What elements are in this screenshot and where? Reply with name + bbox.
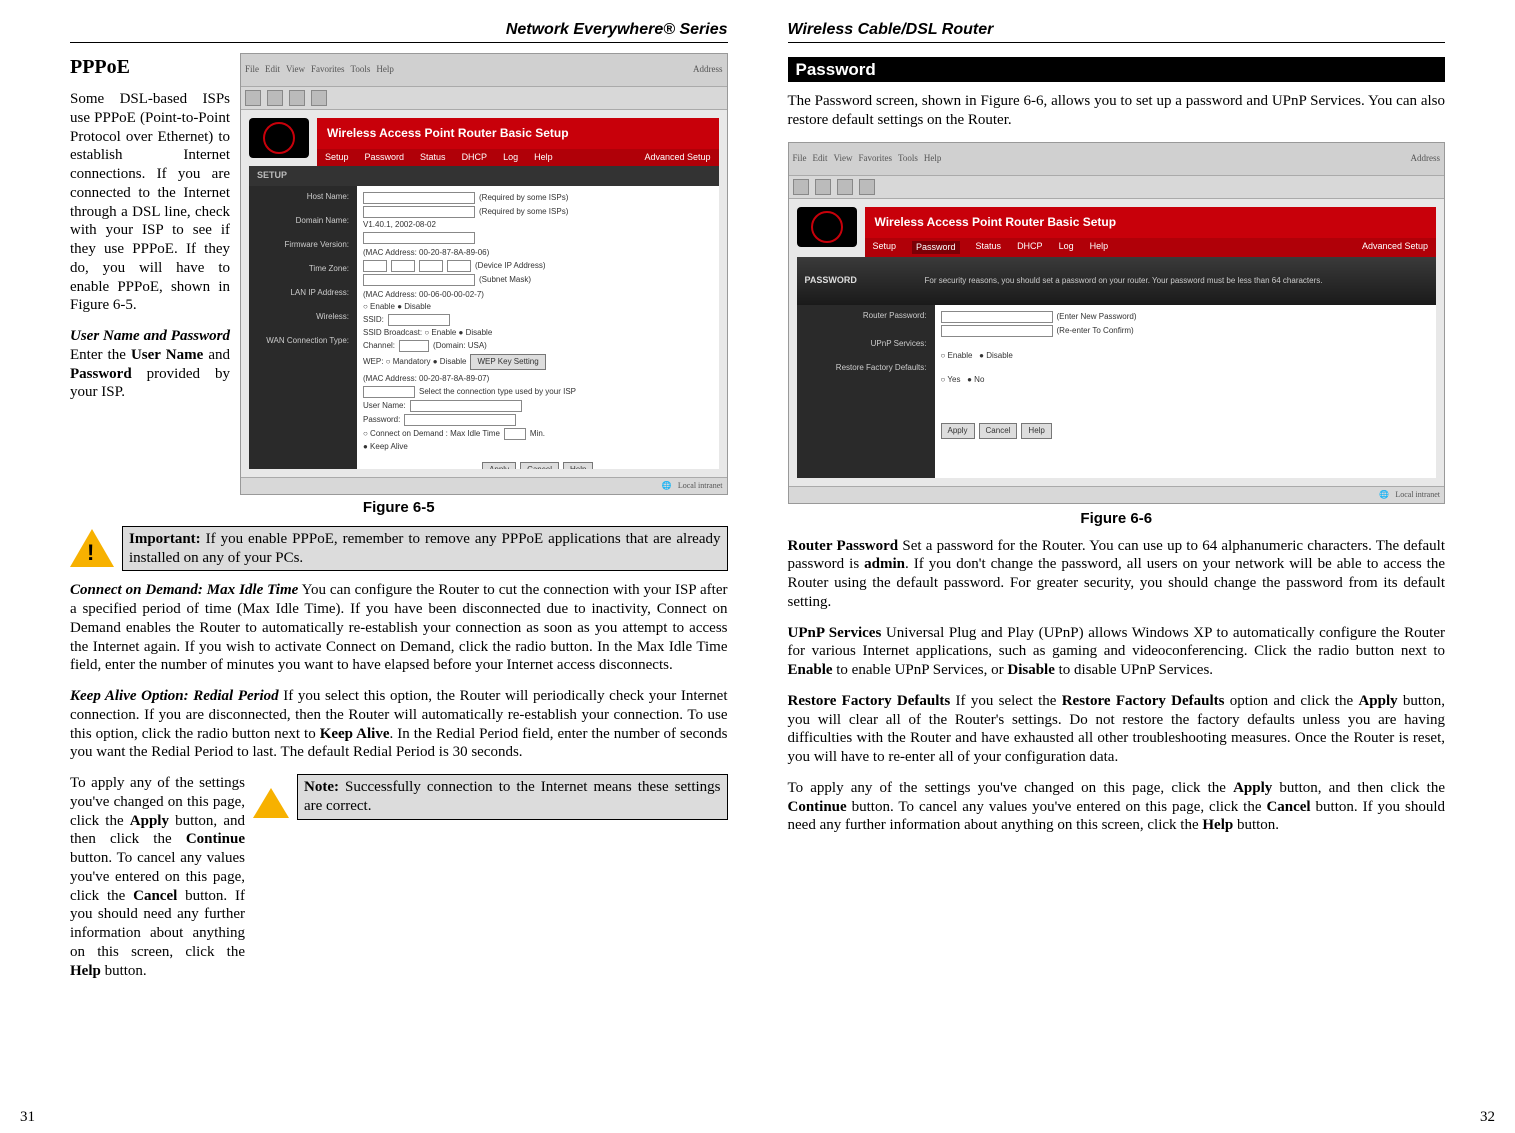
apply-button[interactable]: Apply	[482, 462, 516, 470]
router-logo	[797, 207, 857, 247]
timezone-select[interactable]	[363, 232, 475, 244]
browser-status-bar: 🌐 Local intranet	[241, 477, 727, 494]
right-page: Wireless Cable/DSL Router Password The P…	[758, 20, 1476, 1123]
two-page-spread: Network Everywhere® Series PPPoE Some DS…	[0, 0, 1515, 1133]
forward-icon[interactable]	[815, 179, 831, 195]
left-page-number: 31	[20, 1108, 35, 1127]
left-page: Network Everywhere® Series PPPoE Some DS…	[40, 20, 758, 1123]
router-logo	[249, 118, 309, 158]
left-page-header: Network Everywhere® Series	[70, 20, 728, 43]
user-password-para: User Name and Password Enter the User Na…	[70, 327, 230, 402]
apply-and-note-row: To apply any of the settings you've chan…	[70, 774, 728, 980]
help-button[interactable]: Help	[1021, 423, 1051, 439]
important-box: Important: If you enable PPPoE, remember…	[122, 526, 728, 572]
internet-icon: 🌐	[1379, 490, 1389, 500]
warning-icon	[70, 529, 114, 569]
apply-cancel-help-para-left: To apply any of the settings you've chan…	[70, 774, 245, 980]
right-page-number: 32	[1480, 1108, 1495, 1127]
router-form-right: (Enter New Password) (Re-enter To Confir…	[935, 305, 1437, 478]
pppoe-title: PPPoE	[70, 55, 230, 80]
cancel-button[interactable]: Cancel	[979, 423, 1018, 439]
internet-icon: 🌐	[662, 481, 672, 491]
figure-6-6-screenshot: FileEditViewFavoritesToolsHelp Address W…	[788, 142, 1446, 504]
router-sidebar-right: Router Password: UPnP Services: Restore …	[797, 305, 935, 478]
password-intro: The Password screen, shown in Figure 6-6…	[788, 92, 1446, 130]
back-icon[interactable]	[793, 179, 809, 195]
router-action-buttons: Apply Cancel Help	[363, 454, 713, 470]
note-box: Note: Successfully connection to the Int…	[297, 774, 728, 820]
home-icon[interactable]	[859, 179, 875, 195]
important-callout: Important: If you enable PPPoE, remember…	[70, 526, 728, 572]
browser-menubar: FileEditViewFavoritesToolsHelp Address	[241, 54, 727, 87]
right-page-header: Wireless Cable/DSL Router	[788, 20, 1446, 43]
router-password-para: Router Password Set a password for the R…	[788, 537, 1446, 612]
browser-toolbar-right	[789, 176, 1445, 199]
connect-on-demand-para: Connect on Demand: Max Idle Time You can…	[70, 581, 728, 675]
keep-alive-para: Keep Alive Option: Redial Period If you …	[70, 687, 728, 762]
browser-menubar-right: FileEditViewFavoritesToolsHelp Address	[789, 143, 1445, 176]
confirm-password-input[interactable]	[941, 325, 1053, 337]
help-button[interactable]: Help	[563, 462, 593, 470]
subnet-select[interactable]	[363, 274, 475, 286]
router-banner-title-right: Wireless Access Point Router Basic Setup	[865, 207, 1437, 238]
refresh-icon[interactable]	[837, 179, 853, 195]
router-password-header-dark: PASSWORD For security reasons, you shoul…	[797, 257, 1437, 305]
figure-6-5-caption: Figure 6-5	[70, 499, 728, 518]
pppoe-top-layout: PPPoE Some DSL-based ISPs use PPPoE (Poi…	[70, 53, 728, 495]
router-action-buttons-right: Apply Cancel Help	[941, 415, 1431, 447]
upnp-radio-group[interactable]: ○ Enable ● Disable	[941, 351, 1013, 361]
router-body: Host Name: Domain Name: Firmware Version…	[249, 186, 719, 470]
router-body-right: Router Password: UPnP Services: Restore …	[797, 305, 1437, 478]
browser-status-bar-right: 🌐 Local intranet	[789, 486, 1445, 503]
router-sidebar-labels: Host Name: Domain Name: Firmware Version…	[249, 186, 357, 470]
apply-button[interactable]: Apply	[941, 423, 975, 439]
new-password-input[interactable]	[941, 311, 1053, 323]
stop-icon[interactable]	[289, 90, 305, 106]
domain-name-input[interactable]	[363, 206, 475, 218]
password-section-bar: Password	[788, 57, 1446, 82]
upnp-para: UPnP Services Universal Plug and Play (U…	[788, 624, 1446, 680]
wan-type-select[interactable]	[363, 386, 415, 398]
browser-toolbar	[241, 87, 727, 110]
cancel-button[interactable]: Cancel	[520, 462, 559, 470]
forward-icon[interactable]	[267, 90, 283, 106]
host-name-input[interactable]	[363, 192, 475, 204]
pppoe-text-column: PPPoE Some DSL-based ISPs use PPPoE (Poi…	[70, 53, 230, 414]
tab-password-active[interactable]: Password	[912, 241, 960, 254]
back-icon[interactable]	[245, 90, 261, 106]
router-header-row: Wireless Access Point Router Basic Setup…	[241, 110, 727, 166]
restore-factory-para: Restore Factory Defaults If you select t…	[788, 692, 1446, 767]
pppoe-intro: Some DSL-based ISPs use PPPoE (Point-to-…	[70, 90, 230, 315]
router-header-row-right: Wireless Access Point Router Basic Setup…	[789, 199, 1445, 257]
restore-radio-group[interactable]: ○ Yes ● No	[941, 375, 985, 385]
apply-cancel-help-para-right: To apply any of the settings you've chan…	[788, 779, 1446, 835]
router-tab-bar: Setup Password Status DHCP Log Help Adva…	[317, 149, 719, 166]
router-tab-bar-right: Setup Password Status DHCP Log Help Adva…	[865, 238, 1437, 257]
figure-6-5-screenshot: FileEditViewFavoritesToolsHelp Address W…	[240, 53, 728, 495]
router-banner-title: Wireless Access Point Router Basic Setup	[317, 118, 719, 149]
figure-6-6-caption: Figure 6-6	[788, 510, 1446, 529]
refresh-icon[interactable]	[311, 90, 327, 106]
router-section-label: SETUP	[249, 166, 719, 185]
note-warning-icon	[253, 788, 289, 820]
user-password-label: User Name and Password	[70, 328, 230, 344]
router-form-area: (Required by some ISPs) (Required by som…	[357, 186, 719, 470]
